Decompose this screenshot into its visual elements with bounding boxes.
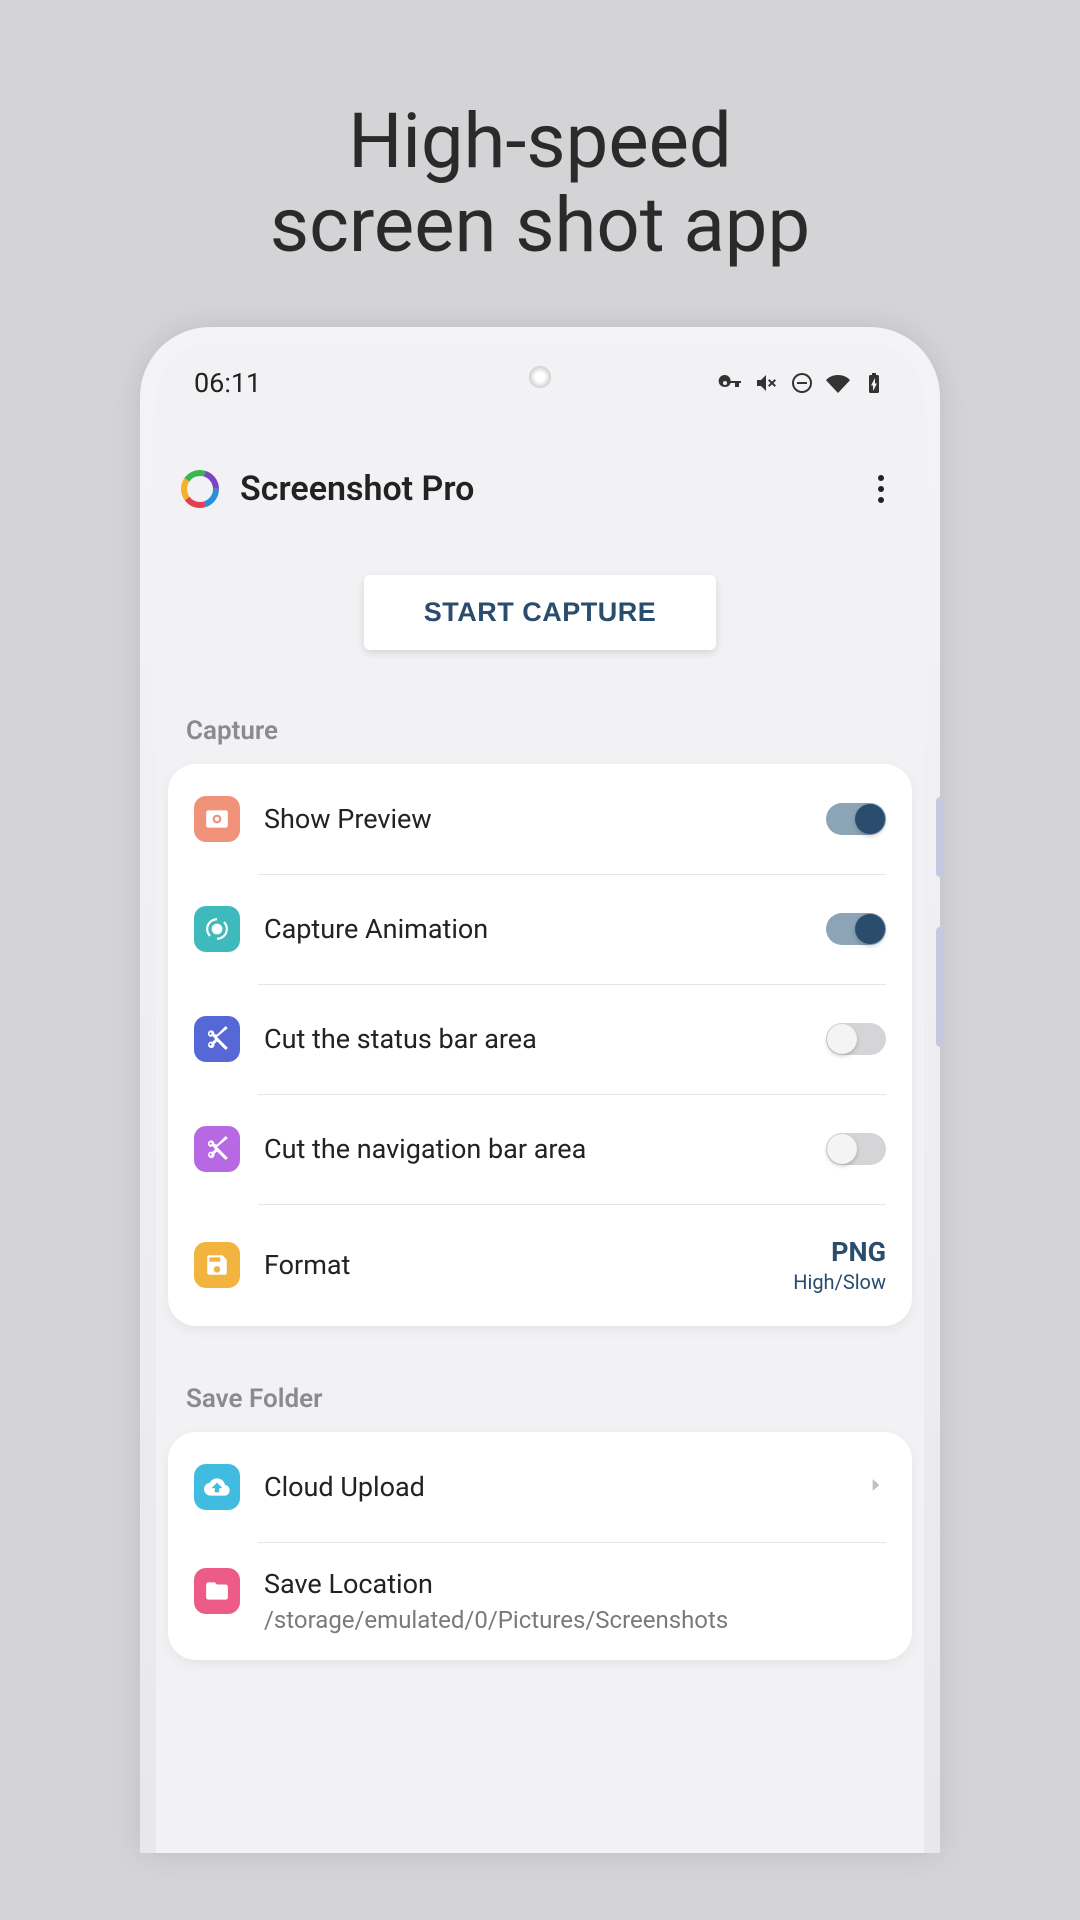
preview-icon	[194, 796, 240, 842]
app-title: Screenshot Pro	[240, 469, 474, 509]
setting-label: Cut the status bar area	[264, 1023, 802, 1055]
app-header: Screenshot Pro	[156, 407, 924, 537]
wifi-icon	[826, 371, 850, 395]
setting-label: Cut the navigation bar area	[264, 1133, 802, 1165]
marketing-headline: High-speed screen shot app	[0, 0, 1080, 327]
toggle-show-preview[interactable]	[826, 803, 886, 835]
setting-cloud-upload[interactable]: Cloud Upload	[168, 1432, 912, 1542]
setting-format[interactable]: Format PNG High/Slow	[168, 1204, 912, 1326]
app-header-left: Screenshot Pro	[180, 469, 474, 509]
vpn-key-icon	[718, 371, 742, 395]
phone-volume-up	[936, 797, 944, 877]
animation-icon	[194, 906, 240, 952]
setting-save-location[interactable]: Save Location /storage/emulated/0/Pictur…	[168, 1542, 912, 1660]
save-folder-card: Cloud Upload Save Location /storage/emul…	[168, 1432, 912, 1660]
toggle-capture-animation[interactable]	[826, 913, 886, 945]
phone-frame: 06:11 Screenshot Pro	[140, 327, 940, 1853]
folder-icon	[194, 1568, 240, 1614]
setting-label: Capture Animation	[264, 913, 802, 945]
setting-show-preview[interactable]: Show Preview	[168, 764, 912, 874]
save-location-text: Save Location /storage/emulated/0/Pictur…	[264, 1568, 886, 1634]
mute-icon	[754, 371, 778, 395]
status-icons	[718, 371, 886, 395]
scissors-icon	[194, 1126, 240, 1172]
toggle-cut-nav-bar[interactable]	[826, 1133, 886, 1165]
setting-cut-status-bar[interactable]: Cut the status bar area	[168, 984, 912, 1094]
format-value-group: PNG High/Slow	[793, 1236, 886, 1294]
file-icon	[194, 1242, 240, 1288]
battery-charging-icon	[862, 371, 886, 395]
app-logo-icon	[180, 469, 220, 509]
marketing-line-1: High-speed	[0, 100, 1080, 184]
cloud-upload-icon	[194, 1464, 240, 1510]
phone-camera-cutout	[529, 366, 551, 388]
setting-label: Cloud Upload	[264, 1471, 842, 1503]
setting-label: Save Location	[264, 1568, 886, 1600]
phone-volume-down	[936, 927, 944, 1047]
setting-label: Format	[264, 1249, 769, 1281]
capture-settings-card: Show Preview Capture Animation Cut the s…	[168, 764, 912, 1326]
setting-capture-animation[interactable]: Capture Animation	[168, 874, 912, 984]
toggle-cut-status-bar[interactable]	[826, 1023, 886, 1055]
start-capture-button[interactable]: START CAPTURE	[364, 575, 716, 650]
setting-label: Show Preview	[264, 803, 802, 835]
marketing-line-2: screen shot app	[0, 184, 1080, 268]
do-not-disturb-icon	[790, 371, 814, 395]
setting-cut-nav-bar[interactable]: Cut the navigation bar area	[168, 1094, 912, 1204]
save-location-path: /storage/emulated/0/Pictures/Screenshots	[264, 1606, 886, 1634]
chevron-right-icon	[866, 1471, 886, 1504]
section-header-capture: Capture	[156, 706, 924, 764]
overflow-menu-button[interactable]	[872, 469, 890, 509]
status-time: 06:11	[194, 367, 261, 399]
section-header-save-folder: Save Folder	[156, 1374, 924, 1432]
phone-screen: 06:11 Screenshot Pro	[156, 343, 924, 1853]
format-subvalue: High/Slow	[793, 1270, 886, 1294]
format-value: PNG	[831, 1236, 886, 1268]
scissors-icon	[194, 1016, 240, 1062]
